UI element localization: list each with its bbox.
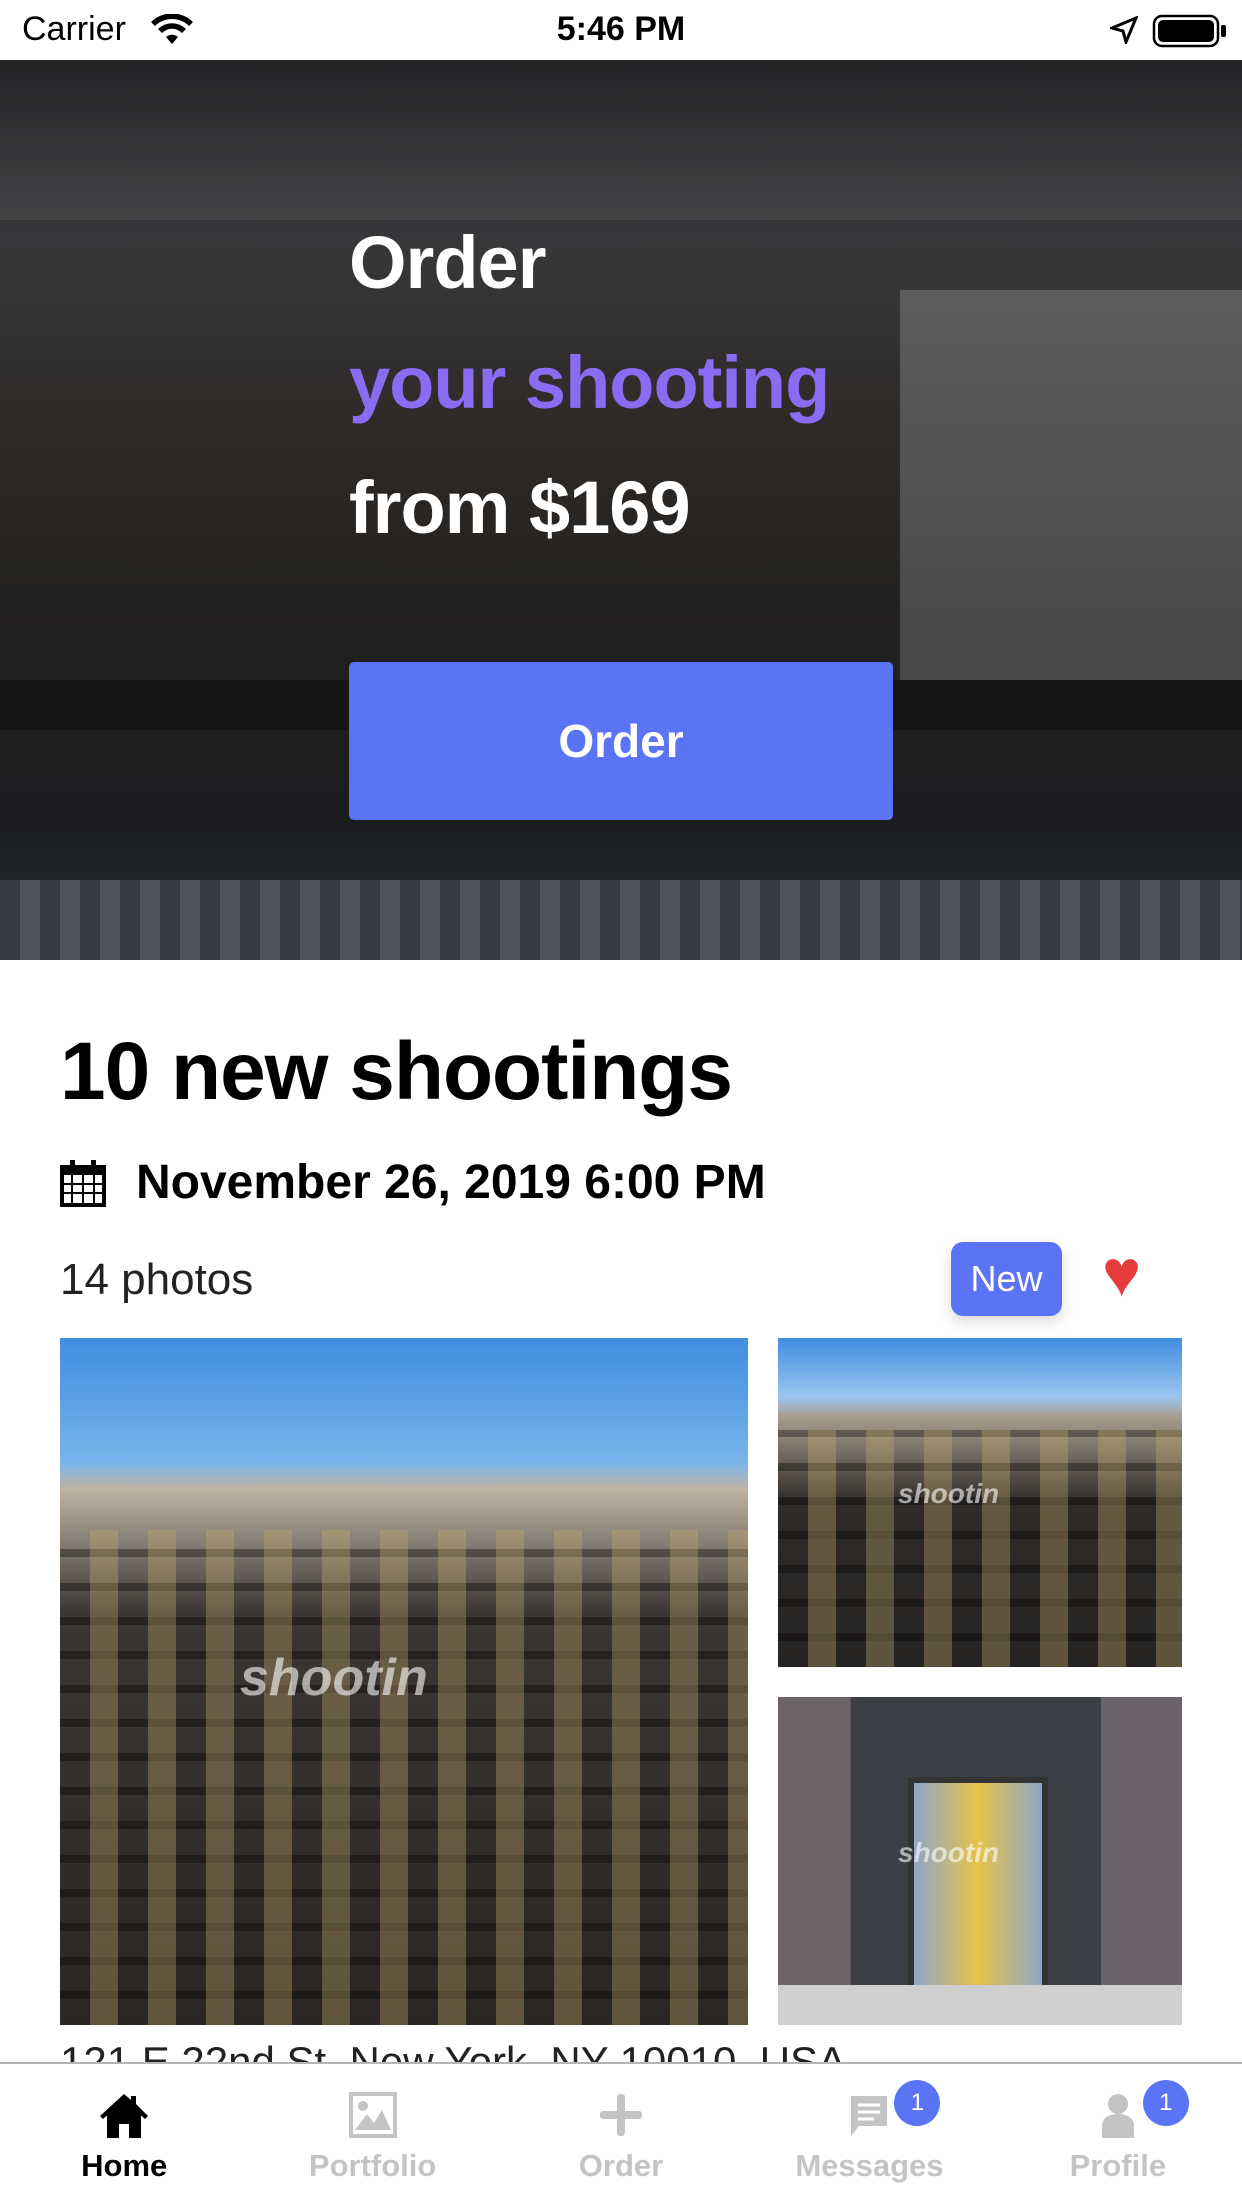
shooting-photo-2[interactable]: shootin bbox=[778, 1338, 1182, 1667]
shooting-photo-main[interactable]: shootin bbox=[60, 1338, 748, 2025]
image-icon bbox=[348, 2092, 397, 2138]
tab-home[interactable]: Home bbox=[0, 2064, 248, 2208]
message-icon bbox=[851, 2096, 888, 2136]
home-icon bbox=[100, 2094, 149, 2138]
shooting-date-row: November 26, 2019 6:00 PM bbox=[60, 1155, 766, 1210]
wifi-icon bbox=[151, 14, 193, 44]
watermark: shootin bbox=[240, 1649, 428, 1707]
tab-label: Home bbox=[81, 2148, 168, 2183]
tab-label: Portfolio bbox=[308, 2148, 437, 2183]
section-title: 10 new shootings bbox=[60, 1026, 733, 1117]
hero-banner: Order your shooting from $169 Order bbox=[0, 60, 1242, 960]
tab-portfolio[interactable]: Portfolio bbox=[248, 2064, 496, 2208]
plus-icon bbox=[600, 2094, 643, 2136]
new-badge: New bbox=[951, 1242, 1062, 1316]
tab-order[interactable]: Order bbox=[497, 2064, 745, 2208]
tab-label: Order bbox=[578, 2148, 664, 2183]
status-bar: Carrier 5:46 PM bbox=[0, 0, 1242, 60]
tab-label: Messages bbox=[795, 2148, 944, 2183]
hero-title-line1: Order bbox=[349, 221, 547, 304]
messages-count-badge: 1 bbox=[894, 2080, 941, 2126]
order-button[interactable]: Order bbox=[349, 662, 893, 820]
photo-count: 14 photos bbox=[60, 1255, 254, 1304]
favorite-heart-icon[interactable]: ♥ bbox=[1102, 1240, 1141, 1306]
shooting-photo-3[interactable]: shootin bbox=[778, 1697, 1182, 2025]
shooting-date: November 26, 2019 6:00 PM bbox=[136, 1156, 766, 1209]
battery-icon bbox=[1152, 14, 1226, 48]
tab-messages[interactable]: Messages 1 bbox=[745, 2064, 993, 2208]
calendar-icon bbox=[60, 1159, 106, 1207]
tab-profile[interactable]: Profile 1 bbox=[994, 2064, 1242, 2208]
watermark: shootin bbox=[898, 1837, 1000, 1868]
hero-title-line3: from $169 bbox=[349, 466, 691, 549]
user-icon bbox=[1101, 2094, 1134, 2138]
hero-title-line2: your shooting bbox=[349, 341, 830, 424]
location-arrow-icon bbox=[1110, 16, 1138, 44]
tab-label: Profile bbox=[1069, 2148, 1167, 2183]
tab-bar: Home Portfolio Order Messages 1 Profile … bbox=[0, 2062, 1242, 2208]
profile-count-badge: 1 bbox=[1142, 2080, 1189, 2126]
watermark: shootin bbox=[898, 1478, 1000, 1509]
